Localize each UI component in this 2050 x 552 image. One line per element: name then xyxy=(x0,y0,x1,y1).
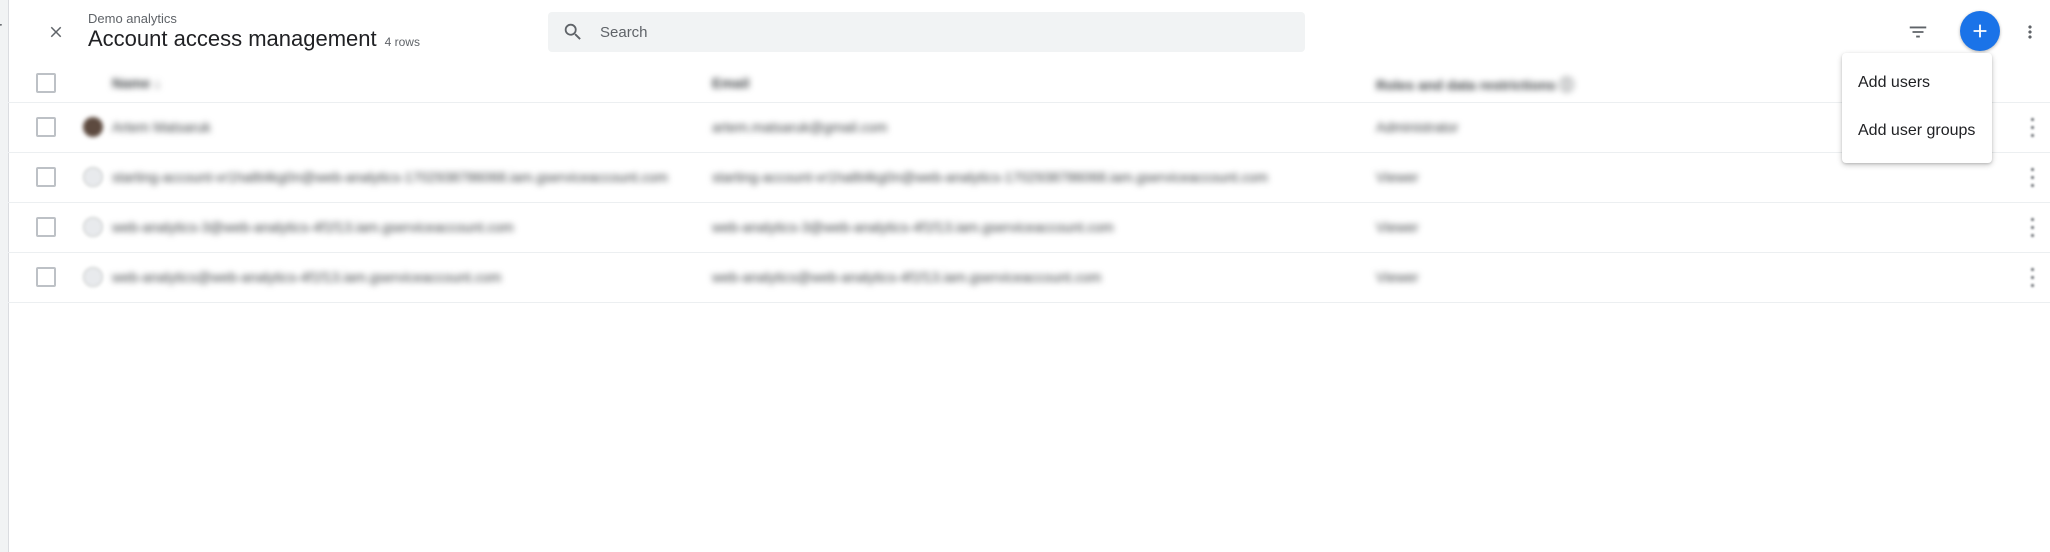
add-menu: Add users Add user groups xyxy=(1842,53,1992,163)
add-button[interactable] xyxy=(1960,11,2000,51)
search-icon xyxy=(548,21,598,43)
menu-item-add-user-groups[interactable]: Add user groups xyxy=(1842,107,1992,155)
column-header-roles[interactable]: Roles and data restrictions ⓘ xyxy=(1376,75,1574,95)
user-email: web-analytics-3@web-analytics-4f1f13.iam… xyxy=(712,219,1114,235)
user-email: starting-account-vr1ha8t4kg0n@web-analyt… xyxy=(712,169,1268,185)
more-options-button[interactable] xyxy=(2016,14,2044,50)
row-checkbox[interactable] xyxy=(36,117,56,137)
table-row[interactable]: Artem Matsaruk artem.matsaruk@gmail.com … xyxy=(8,103,2050,153)
row-more-icon[interactable] xyxy=(2026,165,2038,189)
users-table: Name ↓ Email Roles and data restrictions… xyxy=(8,64,2050,303)
user-name: Artem Matsaruk xyxy=(112,119,211,135)
user-role: Administrator xyxy=(1376,119,1459,135)
title-row: Account access management 4 rows xyxy=(88,26,420,52)
table-header-row: Name ↓ Email Roles and data restrictions… xyxy=(8,64,2050,103)
row-more-icon[interactable] xyxy=(2026,265,2038,289)
account-access-page: r Demo analytics Account access manageme… xyxy=(0,0,2050,552)
user-email: artem.matsaruk@gmail.com xyxy=(712,119,888,135)
row-checkbox[interactable] xyxy=(36,267,56,287)
avatar xyxy=(83,167,103,187)
user-name: web-analytics@web-analytics-4f1f13.iam.g… xyxy=(112,269,502,285)
help-icon: ⓘ xyxy=(1559,77,1574,93)
user-role: Viewer xyxy=(1376,169,1419,185)
column-header-name[interactable]: Name ↓ xyxy=(112,75,161,91)
user-name: starting-account-vr1ha8t4kg0n@web-analyt… xyxy=(112,169,668,185)
close-button[interactable] xyxy=(38,14,74,50)
filter-icon xyxy=(1909,26,1927,38)
search-bar[interactable] xyxy=(548,12,1305,52)
row-checkbox[interactable] xyxy=(36,167,56,187)
row-checkbox[interactable] xyxy=(36,217,56,237)
menu-item-add-users[interactable]: Add users xyxy=(1842,59,1992,107)
header: Demo analytics Account access management… xyxy=(8,0,2050,64)
row-more-icon[interactable] xyxy=(2026,115,2038,139)
user-name: web-analytics-3@web-analytics-4f1f13.iam… xyxy=(112,219,514,235)
more-vert-icon xyxy=(2028,25,2032,39)
breadcrumb: Demo analytics xyxy=(88,11,177,26)
row-count: 4 rows xyxy=(384,35,420,49)
left-panel-text-fragment: r xyxy=(0,18,2,39)
close-icon xyxy=(50,26,62,38)
filter-button[interactable] xyxy=(1900,14,1936,50)
column-header-email[interactable]: Email xyxy=(712,75,749,91)
arrow-down-icon: ↓ xyxy=(154,75,162,91)
search-input[interactable] xyxy=(598,22,1282,42)
avatar xyxy=(83,117,103,137)
table-row[interactable]: web-analytics-3@web-analytics-4f1f13.iam… xyxy=(8,203,2050,253)
user-role: Viewer xyxy=(1376,219,1419,235)
page-title: Account access management xyxy=(88,26,377,51)
user-role: Viewer xyxy=(1376,269,1419,285)
plus-icon xyxy=(1973,24,1987,38)
user-email: web-analytics@web-analytics-4f1f13.iam.g… xyxy=(712,269,1102,285)
avatar xyxy=(83,217,103,237)
avatar xyxy=(83,267,103,287)
table-row[interactable]: starting-account-vr1ha8t4kg0n@web-analyt… xyxy=(8,153,2050,203)
table-row[interactable]: web-analytics@web-analytics-4f1f13.iam.g… xyxy=(8,253,2050,303)
row-more-icon[interactable] xyxy=(2026,215,2038,239)
select-all-checkbox[interactable] xyxy=(36,73,56,93)
